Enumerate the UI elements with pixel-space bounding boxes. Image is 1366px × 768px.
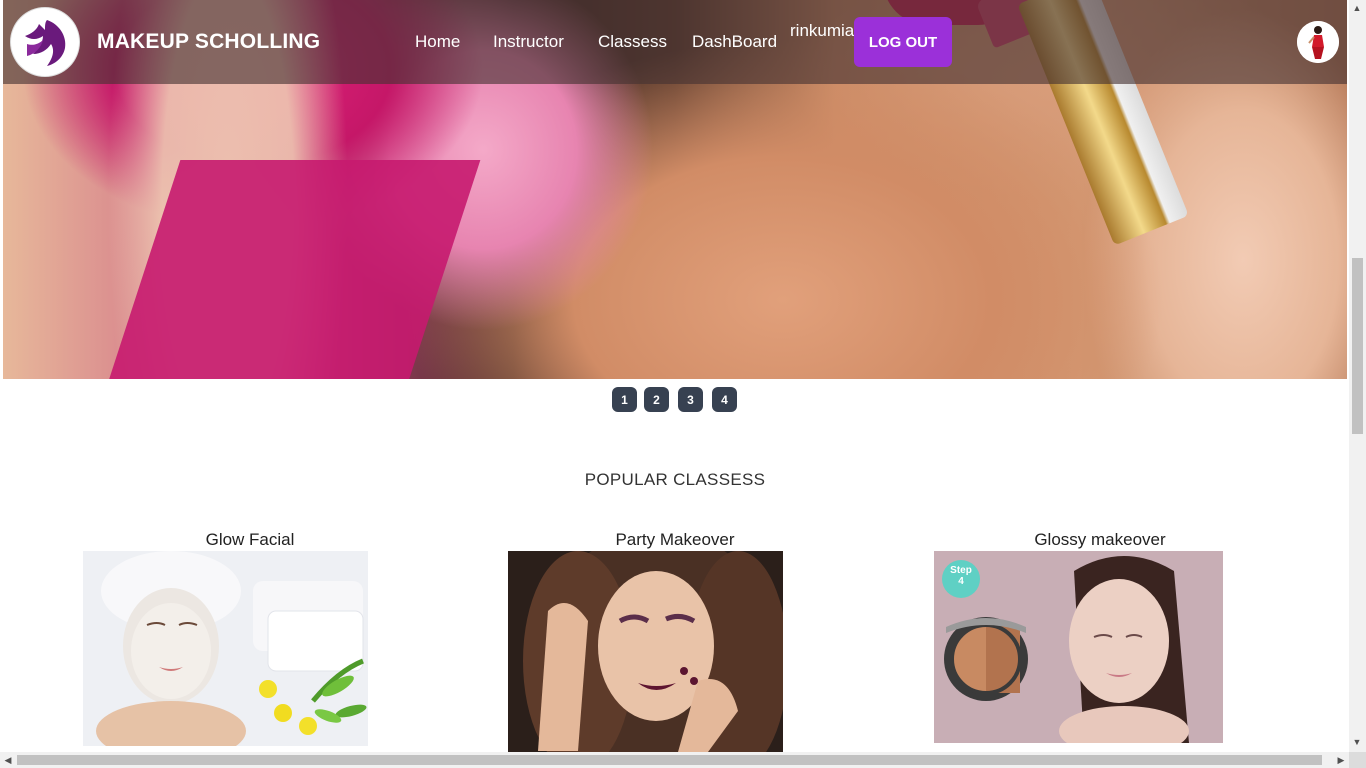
brand-logo-icon: [18, 15, 72, 69]
class-image-party-makeover[interactable]: [508, 551, 783, 752]
scroll-right-icon[interactable]: ▶: [1333, 752, 1349, 768]
party-makeover-photo-icon: [508, 551, 783, 752]
scroll-down-icon[interactable]: ▼: [1349, 734, 1365, 750]
user-photo-icon: [1297, 21, 1339, 63]
vertical-scrollbar[interactable]: ▲ ▼: [1349, 0, 1366, 752]
vertical-scroll-thumb[interactable]: [1352, 258, 1363, 434]
hero-pink-flower: [105, 160, 481, 379]
carousel-indicator-1[interactable]: 1: [612, 387, 637, 412]
carousel-indicator-4[interactable]: 4: [712, 387, 737, 412]
class-image-glossy-makeover[interactable]: Step 4: [934, 551, 1223, 743]
carousel-indicator-3[interactable]: 3: [678, 387, 703, 412]
step-badge: Step 4: [942, 565, 980, 587]
username: rinkumia: [790, 21, 855, 40]
horizontal-scroll-thumb[interactable]: [17, 755, 1322, 765]
scroll-up-icon[interactable]: ▲: [1349, 0, 1365, 16]
brand-logo[interactable]: [11, 8, 79, 76]
nav-classess[interactable]: Classess: [598, 32, 667, 52]
avatar[interactable]: [1297, 21, 1339, 63]
scrollbar-corner: [1349, 752, 1366, 768]
carousel-indicator-2[interactable]: 2: [644, 387, 669, 412]
scroll-left-icon[interactable]: ◀: [0, 752, 16, 768]
logout-button[interactable]: LOG OUT: [854, 17, 952, 67]
class-title-glow-facial: Glow Facial: [205, 530, 295, 549]
class-title-party-makeover: Party Makeover: [615, 530, 735, 549]
nav-instructor[interactable]: Instructor: [493, 32, 564, 52]
class-image-glow-facial[interactable]: [83, 551, 368, 746]
horizontal-scrollbar[interactable]: ◀ ▶: [0, 752, 1349, 768]
step-badge-number: 4: [958, 576, 964, 587]
class-title-glossy-makeover: Glossy makeover: [1034, 530, 1166, 549]
nav-dashboard[interactable]: DashBoard: [692, 32, 777, 52]
popular-classes-title: POPULAR CLASSESS: [584, 470, 766, 489]
navbar: MAKEUP SCHOLLING Home Instructor Classes…: [3, 0, 1347, 84]
step-badge-label: Step: [950, 565, 972, 576]
brand-name[interactable]: MAKEUP SCHOLLING: [97, 30, 320, 54]
nav-home[interactable]: Home: [415, 32, 460, 52]
glow-facial-photo-icon: [83, 551, 368, 746]
